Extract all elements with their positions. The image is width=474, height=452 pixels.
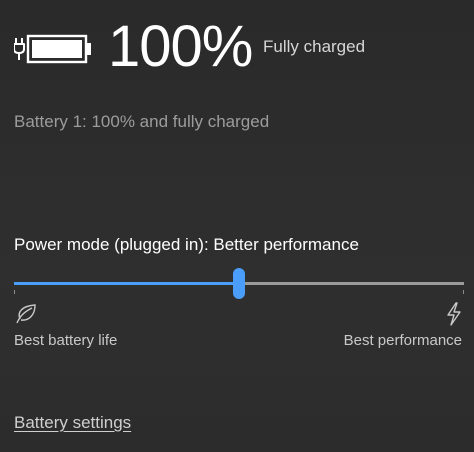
battery-charging-full-icon — [13, 32, 94, 66]
best-battery-life-label: Best battery life — [14, 332, 118, 349]
charge-state-label: Fully charged — [263, 37, 366, 56]
battery-percentage: 100% — [108, 14, 253, 79]
slider-tick-right — [463, 290, 464, 294]
power-mode-slider[interactable] — [14, 268, 464, 302]
slider-track-fill — [14, 282, 239, 285]
best-performance-label: Best performance — [343, 332, 462, 349]
power-mode-label: Power mode (plugged in): Better performa… — [14, 235, 359, 254]
leaf-icon — [14, 302, 38, 326]
slider-thumb — [233, 268, 245, 299]
battery-status-header: 100% Fully charged — [13, 14, 464, 80]
battery-settings-link[interactable]: Battery settings — [14, 413, 131, 433]
lightning-bolt-icon — [444, 302, 464, 326]
battery-flyout: 100% Fully charged Battery 1: 100% and f… — [0, 0, 474, 452]
battery-detail-text: Battery 1: 100% and fully charged — [14, 112, 270, 131]
slider-tick-left — [14, 290, 15, 294]
slider-icons-row — [14, 302, 464, 328]
